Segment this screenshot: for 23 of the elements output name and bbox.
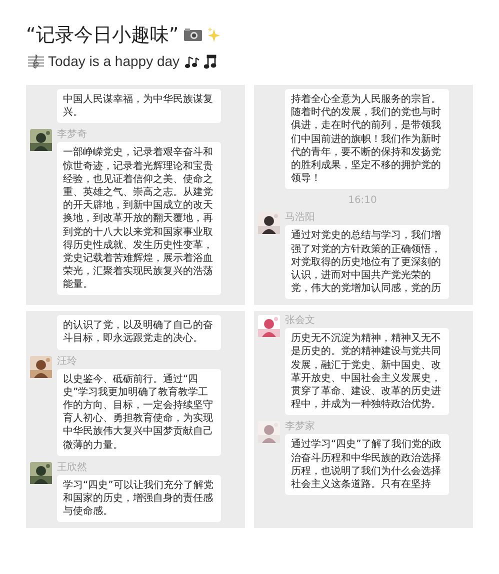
sender-name: 王欣然 xyxy=(57,462,88,473)
message-bubble: 通过学习“四史”了解了我们党的政治奋斗历程和中华民族的政治选择历程，也说明了我们为什么会选择社会主义这条道路。只有在坚持 xyxy=(285,434,449,496)
music-notes-icon xyxy=(184,54,200,68)
message-bubble: 持着全心全意为人民服务的宗旨。随着时代的发展，我们的党也与时俱进，走在时代的前列，是带领我们中国前进的旗帜！我们作为新时代的青年，要不断的保持和发扬党的胜利成果，坚定不移的拥护党的领导！ xyxy=(285,89,449,190)
music-note-icon xyxy=(204,54,218,68)
post-subtitle: Today is a happy day xyxy=(48,53,180,69)
sender-name: 李梦家 xyxy=(285,421,316,432)
sparkles-icon xyxy=(206,27,221,43)
message-bubble: 以史鉴今、砥砺前行。通过“四史”学习我更加明确了教育教学工作的方向、目标，一定会持续坚守育人初心、勇担教育使命，为实现中华民族伟大复兴中国梦贡献自己微薄的力量。 xyxy=(57,368,221,456)
sender-name: 张会文 xyxy=(285,315,316,326)
music-score-icon xyxy=(28,54,44,68)
message-bubble: 通过对党史的总结与学习，我们增强了对党的方针政策的正确领悟，对党取得的历史地位有了更深刻的认识，进而对中国共产党光荣的党，伟大的党增加认同感，党的历 xyxy=(285,225,449,300)
message-bubble: 中国人民谋幸福，为中华民族谋复兴。 xyxy=(57,89,221,124)
message-bubble: 的认识了党，以及明确了自己的奋斗目标，即永远跟党走的决心。 xyxy=(57,315,221,350)
sender-name: 汪玲 xyxy=(57,356,78,367)
sender-name: 马浩阳 xyxy=(285,212,316,224)
message-bubble: 一部峥嵘党史，记录着艰辛奋斗和惊世奇迹，记录着光辉理论和宝贵经验，也见证着信仰之美、使命之重、英雄之气、崇高之志。从建党的开天辟地，到新中国成立的改天换地，到改革开放的翻天覆地，再到党的十八大以来党和国家事业取得历史性成就、发生历史性变革，党史记载着苦难辉煌，展示着浴血荣光，汇聚着实现民族复兴的浩荡能量。 xyxy=(57,142,221,296)
timestamp: 16:10 xyxy=(348,195,377,206)
post-title: “记录今日小趣味” xyxy=(26,23,179,48)
message-bubble: 学习“四史”可以让我们充分了解党和国家的历史，增强自身的责任感与使命感。 xyxy=(57,474,221,522)
sender-name: 李梦奇 xyxy=(57,129,88,140)
message-bubble: 历史无不沉淀为精神，精神又无不是历史的。党的精神建设与党共同发展，融汇于党史、新中国史、改革开放史、中国社会主义发展史，贯穿了革命、建设、改革的历史进程中，并成为一种独特政治优势。 xyxy=(285,328,449,416)
camera-icon xyxy=(182,28,203,42)
